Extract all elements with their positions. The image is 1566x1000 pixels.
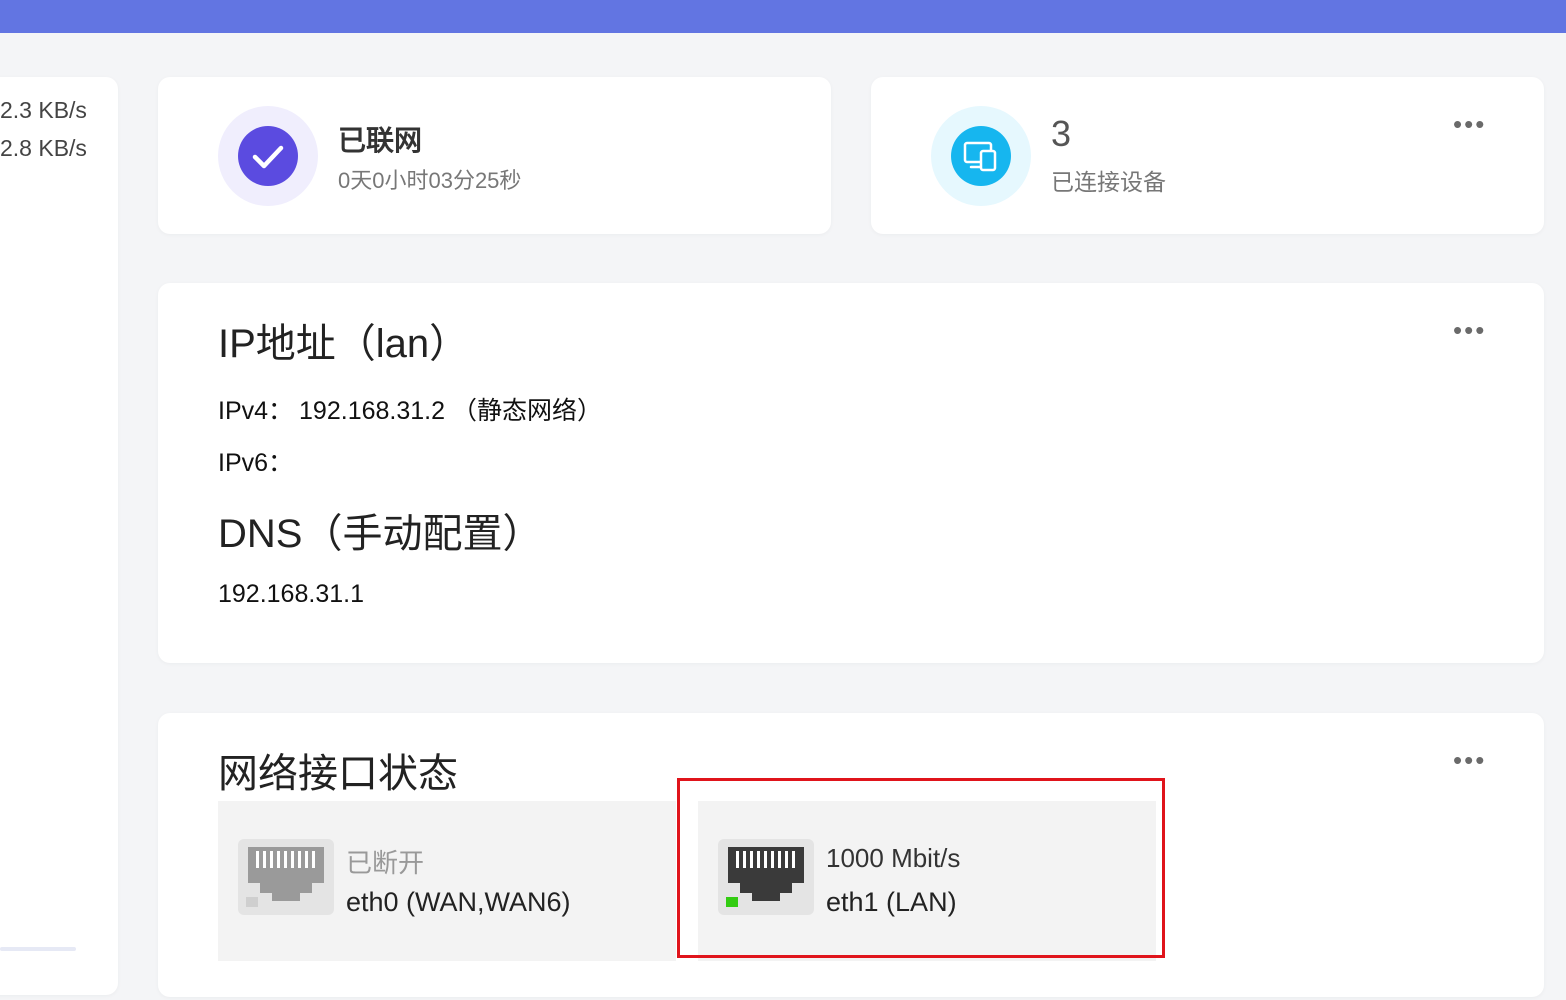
ip-address-card: IP地址（lan） ••• IPv4： 192.168.31.2 （静态网络） I… [158,283,1544,663]
devices-icon [951,126,1011,186]
port-name: eth0 (WAN,WAN6) [346,887,571,917]
ip-title: IP地址（lan） [218,322,470,366]
dns-value: 192.168.31.1 [218,580,364,608]
ipv4-label: IPv4： [218,397,294,425]
device-count-label: 已连接设备 [1051,169,1166,195]
interfaces-more-icon[interactable]: ••• [1453,747,1486,773]
device-icon-bg [931,106,1031,206]
status-icon-bg [218,106,318,206]
ipv4-row: IPv4： 192.168.31.2 （静态网络） [218,391,602,427]
download-speed: 2.8 KB/s [0,135,87,161]
top-bar [0,0,1566,33]
devices-more-icon[interactable]: ••• [1453,111,1486,137]
connection-status: 已联网 [338,125,423,156]
ip-more-icon[interactable]: ••• [1453,317,1486,343]
port-status: 已断开 [346,848,425,878]
network-status-card: 已联网 0天0小时03分25秒 [158,77,831,234]
ipv4-value: 192.168.31.2 （静态网络） [299,397,602,425]
traffic-chart-line [0,947,76,951]
highlight-box [677,778,1165,958]
traffic-card: 2.3 KB/s 2.8 KB/s [0,77,118,995]
uptime-text: 0天0小时03分25秒 [338,168,522,193]
ethernet-port-icon [238,839,334,915]
port-eth0[interactable]: 已断开 eth0 (WAN,WAN6) [218,801,676,961]
ipv6-label: IPv6： [218,449,294,477]
dns-title: DNS（手动配置） [218,512,543,556]
interfaces-title: 网络接口状态 [218,752,458,796]
connected-devices-card[interactable]: 3 已连接设备 ••• [871,77,1544,234]
check-icon [238,126,298,186]
device-count: 3 [1051,113,1072,154]
upload-speed: 2.3 KB/s [0,97,87,123]
